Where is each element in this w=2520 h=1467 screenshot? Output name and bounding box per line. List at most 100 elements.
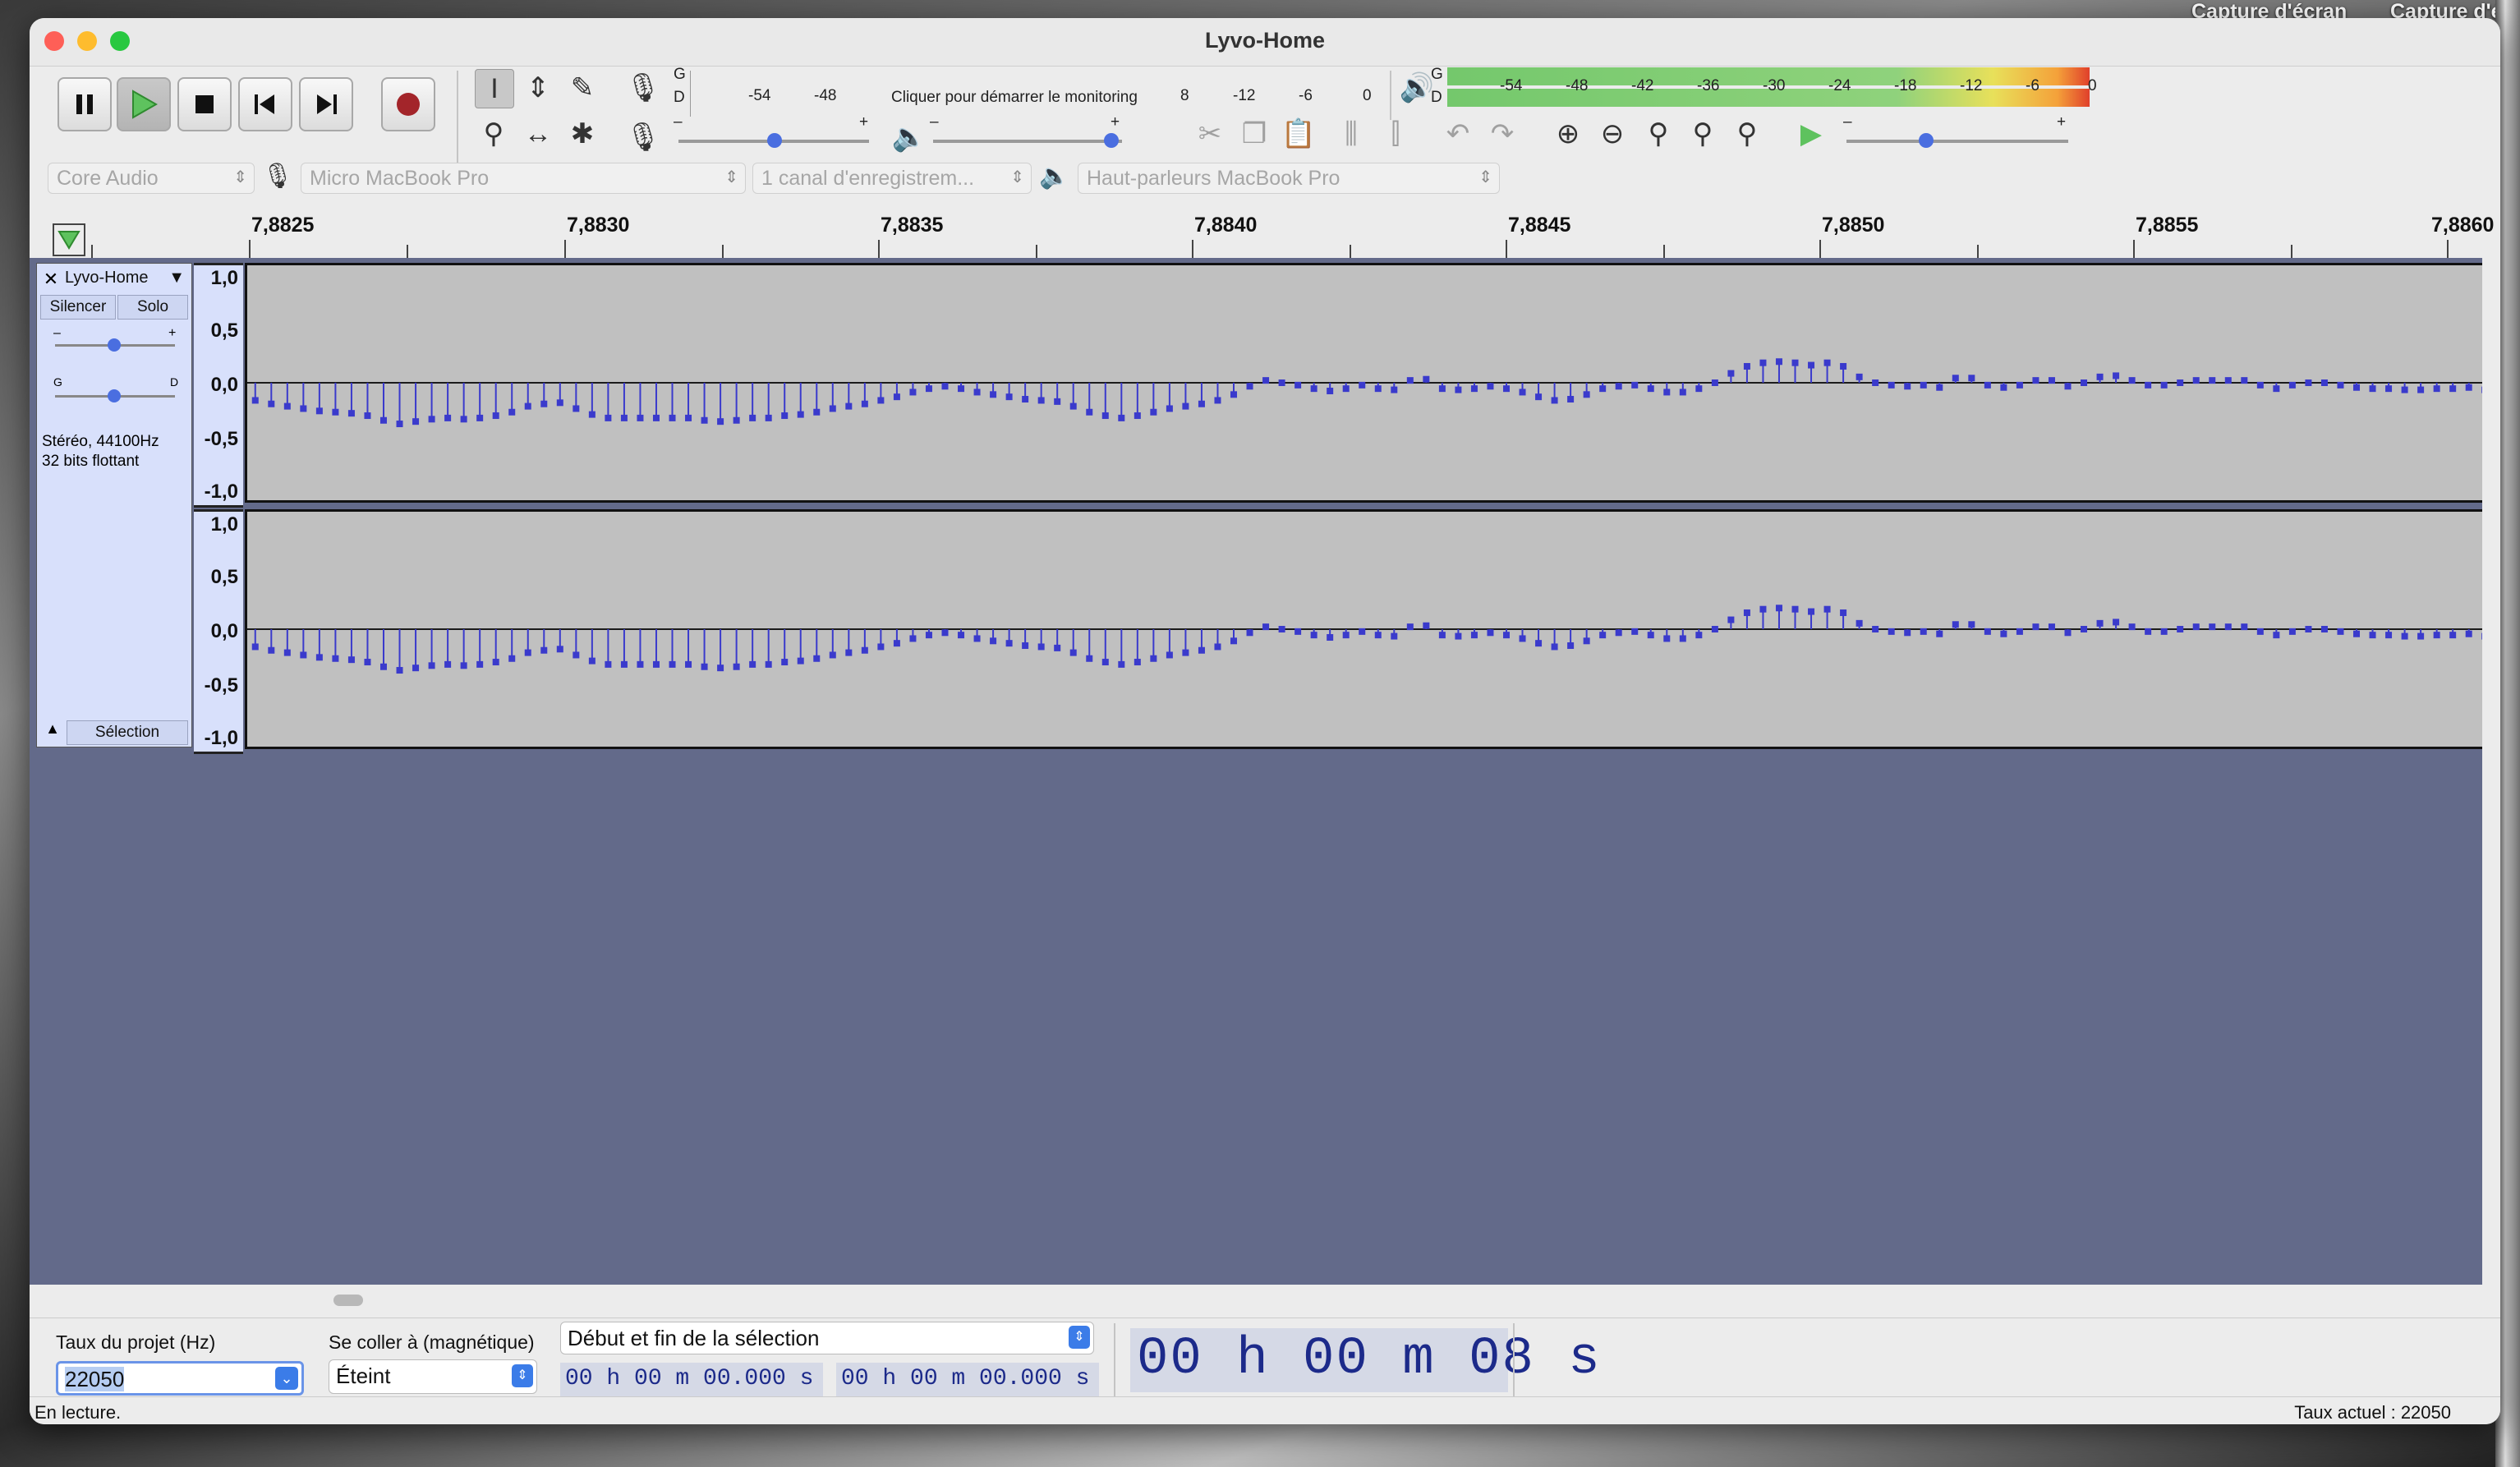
sample-point[interactable] xyxy=(540,646,548,654)
sample-point[interactable] xyxy=(1791,605,1799,613)
play-speed-thumb[interactable] xyxy=(1919,133,1934,148)
sample-point[interactable] xyxy=(941,383,949,390)
sample-point[interactable] xyxy=(1727,370,1735,377)
sample-point[interactable] xyxy=(476,660,484,668)
play-at-speed-button[interactable]: ▶ xyxy=(1792,115,1830,153)
zoom-toggle-button[interactable]: ⚲ xyxy=(1728,115,1766,153)
sample-point[interactable] xyxy=(2048,623,2055,631)
sample-point[interactable] xyxy=(2417,632,2425,640)
sample-point[interactable] xyxy=(1118,414,1125,421)
sample-point[interactable] xyxy=(1615,383,1622,390)
sample-point[interactable] xyxy=(605,414,612,421)
timeline-ruler[interactable]: 7,8825 7,8830 7,8835 7,8840 7,8845 7,885… xyxy=(30,207,2500,259)
sample-point[interactable] xyxy=(2465,630,2472,637)
vertical-scrollbar[interactable] xyxy=(2482,258,2500,1285)
sample-point[interactable] xyxy=(2305,379,2312,386)
sample-point[interactable] xyxy=(2048,377,2055,384)
sample-point[interactable] xyxy=(1487,383,1494,390)
sample-point[interactable] xyxy=(1743,362,1750,370)
record-button[interactable] xyxy=(381,77,435,131)
sample-point[interactable] xyxy=(524,649,531,656)
record-meter[interactable]: -54 -48 Cliquer pour démarrer le monitor… xyxy=(690,71,1374,117)
sample-point[interactable] xyxy=(1663,635,1671,642)
channel-2-waveform[interactable] xyxy=(245,509,2495,749)
sample-point[interactable] xyxy=(2401,386,2408,393)
sample-point[interactable] xyxy=(1054,644,1061,651)
sample-point[interactable] xyxy=(1711,379,1718,386)
sample-point[interactable] xyxy=(765,660,772,668)
sample-point[interactable] xyxy=(1310,632,1317,639)
sample-point[interactable] xyxy=(1920,381,1927,389)
sample-point[interactable] xyxy=(1872,379,1879,386)
sample-point[interactable] xyxy=(1037,397,1045,404)
sample-point[interactable] xyxy=(1663,389,1671,396)
sample-point[interactable] xyxy=(1182,649,1189,656)
sample-point[interactable] xyxy=(1840,362,1847,370)
sample-point[interactable] xyxy=(428,662,435,669)
sample-point[interactable] xyxy=(1327,388,1334,395)
host-select[interactable]: Core Audio ⇕ xyxy=(48,163,255,194)
collapse-track-button[interactable]: ▲ xyxy=(40,720,65,743)
sample-point[interactable] xyxy=(958,632,965,639)
sample-point[interactable] xyxy=(2209,623,2216,631)
sample-point[interactable] xyxy=(2273,385,2280,393)
sample-point[interactable] xyxy=(637,660,644,668)
sample-point[interactable] xyxy=(1615,629,1622,637)
sample-point[interactable] xyxy=(990,637,997,645)
sample-point[interactable] xyxy=(1134,412,1141,420)
sample-point[interactable] xyxy=(1647,385,1654,393)
sample-point[interactable] xyxy=(1230,637,1238,645)
track-close-button[interactable]: ✕ xyxy=(40,269,62,290)
sample-point[interactable] xyxy=(1134,659,1141,666)
track-control-panel[interactable]: ✕ Lyvo-Home ▼ Silencer Solo – + G D Stér… xyxy=(36,263,192,747)
play-volume-slider[interactable] xyxy=(933,133,1122,148)
sample-point[interactable] xyxy=(1374,632,1382,639)
sample-point[interactable] xyxy=(877,397,885,404)
sample-point[interactable] xyxy=(1551,643,1558,651)
sample-point[interactable] xyxy=(444,660,452,668)
sample-point[interactable] xyxy=(332,655,339,662)
sample-point[interactable] xyxy=(1759,605,1767,613)
redo-button[interactable]: ↷ xyxy=(1483,115,1521,153)
sample-point[interactable] xyxy=(2177,379,2184,386)
sample-point[interactable] xyxy=(1438,385,1446,393)
sample-point[interactable] xyxy=(300,651,307,659)
sample-point[interactable] xyxy=(2305,626,2312,632)
sample-point[interactable] xyxy=(1823,359,1831,366)
sample-point[interactable] xyxy=(1920,628,1927,635)
sample-point[interactable] xyxy=(1310,385,1317,393)
gain-slider[interactable] xyxy=(55,338,175,352)
project-rate-combo[interactable]: 22050 ⌄ xyxy=(56,1361,304,1396)
fit-selection-button[interactable]: ⚲ xyxy=(1639,115,1677,153)
sample-point[interactable] xyxy=(1952,375,1959,382)
sample-point[interactable] xyxy=(1423,622,1430,629)
sample-point[interactable] xyxy=(1743,609,1750,616)
sample-point[interactable] xyxy=(1278,379,1285,386)
sample-point[interactable] xyxy=(268,400,275,407)
sample-point[interactable] xyxy=(1519,635,1526,642)
sample-point[interactable] xyxy=(1455,386,1462,393)
sample-point[interactable] xyxy=(1775,358,1782,366)
zoom-tool[interactable]: ⚲ xyxy=(475,115,513,153)
sample-point[interactable] xyxy=(1888,381,1895,389)
sample-point[interactable] xyxy=(1583,391,1590,398)
sample-point[interactable] xyxy=(861,646,868,654)
sample-point[interactable] xyxy=(1359,381,1366,389)
sample-point[interactable] xyxy=(1150,655,1157,662)
sample-point[interactable] xyxy=(1551,397,1558,404)
sample-point[interactable] xyxy=(1679,389,1686,396)
sample-point[interactable] xyxy=(1968,621,1975,628)
sample-point[interactable] xyxy=(1470,632,1478,639)
sample-point[interactable] xyxy=(1037,643,1045,651)
sample-point[interactable] xyxy=(2145,381,2152,389)
sample-point[interactable] xyxy=(813,408,821,416)
sample-point[interactable] xyxy=(2081,379,2088,386)
sample-point[interactable] xyxy=(315,654,323,661)
sample-point[interactable] xyxy=(2433,632,2440,639)
sample-point[interactable] xyxy=(781,412,789,420)
sample-point[interactable] xyxy=(2369,632,2376,639)
sample-point[interactable] xyxy=(1455,632,1462,640)
sample-point[interactable] xyxy=(2433,385,2440,393)
sample-point[interactable] xyxy=(2385,632,2393,639)
sample-point[interactable] xyxy=(1487,629,1494,637)
